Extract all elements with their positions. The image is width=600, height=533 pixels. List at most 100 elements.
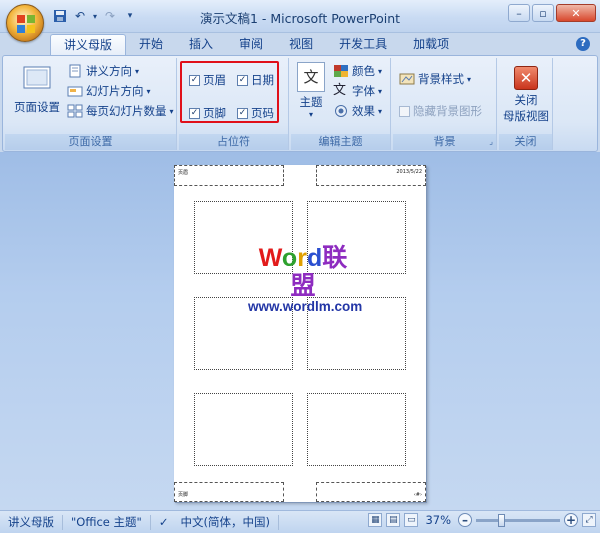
page-setup-icon <box>23 66 51 89</box>
slide-orientation-button[interactable]: 幻灯片方向 ▾ <box>67 83 151 99</box>
theme-fonts-button[interactable]: 文 字体 ▾ <box>333 83 382 99</box>
dialog-launcher-icon[interactable]: ⌟ <box>489 134 493 150</box>
maximize-icon[interactable]: ▫ <box>532 4 554 22</box>
group-label-background: 背景 ⌟ <box>393 134 496 150</box>
footer-placeholder-text: 页脚 <box>178 492 189 498</box>
page-number-placeholder-text: ‹#› <box>413 492 422 498</box>
zoom-out-icon[interactable]: – <box>458 513 472 527</box>
watermark-title: Word联盟 <box>248 244 358 300</box>
ribbon-tabs: 讲义母版 开始 插入 审阅 视图 开发工具 加载项 <box>50 33 462 55</box>
fit-to-window-icon[interactable]: ⤢ <box>582 513 596 527</box>
page-number-placeholder[interactable]: ‹#› <box>316 482 426 502</box>
background-styles-icon <box>399 73 415 85</box>
close-master-label-line2: 母版视图 <box>503 109 549 123</box>
dropdown-arrow-icon: ▾ <box>378 86 383 96</box>
watermark-letter: d <box>306 244 323 272</box>
handout-page: 页眉 2013/5/22 页脚 ‹#› <box>174 165 426 502</box>
normal-view-icon[interactable]: ▦ <box>368 513 383 527</box>
office-button[interactable] <box>6 4 44 42</box>
theme-effects-label: 效果 <box>352 104 375 118</box>
hide-background-graphics-label: 隐藏背景图形 <box>413 104 482 118</box>
zoom-in-icon[interactable]: + <box>564 513 578 527</box>
tab-review[interactable]: 审阅 <box>226 34 276 55</box>
header-label: 页眉 <box>203 73 226 87</box>
dropdown-arrow-icon: ▾ <box>467 74 472 84</box>
powerpoint-window: ↶ ▾ ↷ ▾ 演示文稿1 - Microsoft PowerPoint – ▫… <box>0 0 600 533</box>
tab-home[interactable]: 开始 <box>126 34 176 55</box>
page-number-checkbox-row[interactable]: ✓ 页码 <box>237 105 274 121</box>
background-styles-button[interactable]: 背景样式 ▾ <box>399 71 471 87</box>
handout-orientation-label: 讲义方向 <box>86 64 132 78</box>
handout-orientation-button[interactable]: 讲义方向 ▾ <box>67 63 139 79</box>
date-placeholder-text: 2013/5/22 <box>396 169 422 175</box>
help-icon[interactable]: ? <box>576 37 590 51</box>
ribbon: 页面设置 讲义方向▾ 幻灯片方向▾ 每页幻灯片数量▾ 页面设置 ✓ 页眉 <box>2 55 598 152</box>
group-background: 背景样式 ▾ 隐藏背景图形 背景 ⌟ <box>393 58 497 150</box>
zoom-slider-knob[interactable] <box>498 513 505 527</box>
group-label-page-setup: 页面设置 <box>5 134 176 150</box>
slide-placeholder-5[interactable] <box>194 393 293 466</box>
dropdown-arrow-icon: ▾ <box>169 106 174 116</box>
themes-button[interactable]: 文 主题 ▾ <box>293 62 329 119</box>
page-setup-button[interactable]: 页面设置 <box>9 62 65 115</box>
slides-per-page-button[interactable]: 每页幻灯片数量 ▾ <box>67 103 174 119</box>
status-theme[interactable]: "Office 主题" <box>63 514 151 530</box>
date-checkbox[interactable]: ✓ <box>237 74 248 86</box>
dropdown-arrow-icon: ▾ <box>135 66 140 76</box>
fonts-icon: 文 <box>333 83 347 98</box>
theme-colors-button[interactable]: 颜色 ▾ <box>333 63 382 79</box>
slide-orientation-icon <box>67 86 83 97</box>
sorter-view-icon[interactable]: ▤ <box>386 513 401 527</box>
theme-fonts-label: 字体 <box>352 84 375 98</box>
footer-checkbox[interactable]: ✓ <box>189 107 200 119</box>
slideshow-view-icon[interactable]: ▭ <box>404 513 419 527</box>
minimize-icon[interactable]: – <box>508 4 530 22</box>
status-bar: 讲义母版 "Office 主题" ✓ 中文(简体，中国) ▦ ▤ ▭ 37% –… <box>0 510 600 533</box>
status-language[interactable]: 中文(简体，中国) <box>172 514 279 530</box>
watermark: Word联盟 www.wordlm.com <box>248 244 362 314</box>
group-edit-theme: 文 主题 ▾ 颜色 ▾ 文 字体 ▾ 效果 ▾ 编辑主题 <box>291 58 391 150</box>
color-palette-icon <box>334 65 348 77</box>
footer-placeholder[interactable]: 页脚 <box>174 482 284 502</box>
watermark-letter: 联 <box>322 244 348 272</box>
tab-handout-master[interactable]: 讲义母版 <box>50 34 127 55</box>
effects-icon <box>335 105 347 117</box>
watermark-letter: o <box>281 244 298 272</box>
hide-background-graphics-checkbox[interactable] <box>399 105 410 117</box>
group-page-setup: 页面设置 讲义方向 ▾ 幻灯片方向 ▾ 每页幻灯片数量 ▾ 页面设置 <box>5 58 177 150</box>
close-master-icon: ✕ <box>514 66 538 90</box>
watermark-letter: r <box>297 244 307 272</box>
zoom-level[interactable]: 37% <box>425 513 451 527</box>
dropdown-arrow-icon: ▾ <box>308 110 313 119</box>
slide-placeholder-6[interactable] <box>307 393 406 466</box>
tab-addins[interactable]: 加载项 <box>400 34 462 55</box>
spellcheck-icon[interactable]: ✓ <box>151 515 173 530</box>
group-label-placeholders: 占位符 <box>179 134 288 150</box>
tab-view[interactable]: 视图 <box>276 34 326 55</box>
zoom-controls: ▦ ▤ ▭ 37% – + ⤢ <box>368 513 596 527</box>
themes-label: 主题 <box>299 95 323 109</box>
page-number-checkbox[interactable]: ✓ <box>237 107 248 119</box>
tab-insert[interactable]: 插入 <box>176 34 226 55</box>
date-placeholder[interactable]: 2013/5/22 <box>316 165 426 186</box>
office-logo-icon <box>17 15 35 33</box>
group-label-close: 关闭 <box>499 134 552 150</box>
close-master-view-button[interactable]: ✕ 关闭 母版视图 <box>501 66 551 124</box>
tab-developer[interactable]: 开发工具 <box>326 34 400 55</box>
date-checkbox-row[interactable]: ✓ 日期 <box>237 72 274 88</box>
header-checkbox-row[interactable]: ✓ 页眉 <box>189 72 226 88</box>
page-number-label: 页码 <box>251 106 274 120</box>
theme-colors-label: 颜色 <box>352 64 375 78</box>
theme-effects-button[interactable]: 效果 ▾ <box>333 103 382 119</box>
footer-checkbox-row[interactable]: ✓ 页脚 <box>189 105 226 121</box>
header-checkbox[interactable]: ✓ <box>189 74 200 86</box>
handout-orientation-icon <box>69 64 81 78</box>
footer-label: 页脚 <box>203 106 226 120</box>
zoom-slider[interactable] <box>476 513 560 527</box>
group-close: ✕ 关闭 母版视图 关闭 <box>499 58 553 150</box>
header-placeholder[interactable]: 页眉 <box>174 165 284 186</box>
watermark-letter: 盟 <box>290 272 316 300</box>
slides-per-page-label: 每页幻灯片数量 <box>86 104 167 118</box>
hide-background-graphics-row[interactable]: 隐藏背景图形 <box>399 103 482 119</box>
close-window-icon[interactable]: ✕ <box>556 4 596 22</box>
